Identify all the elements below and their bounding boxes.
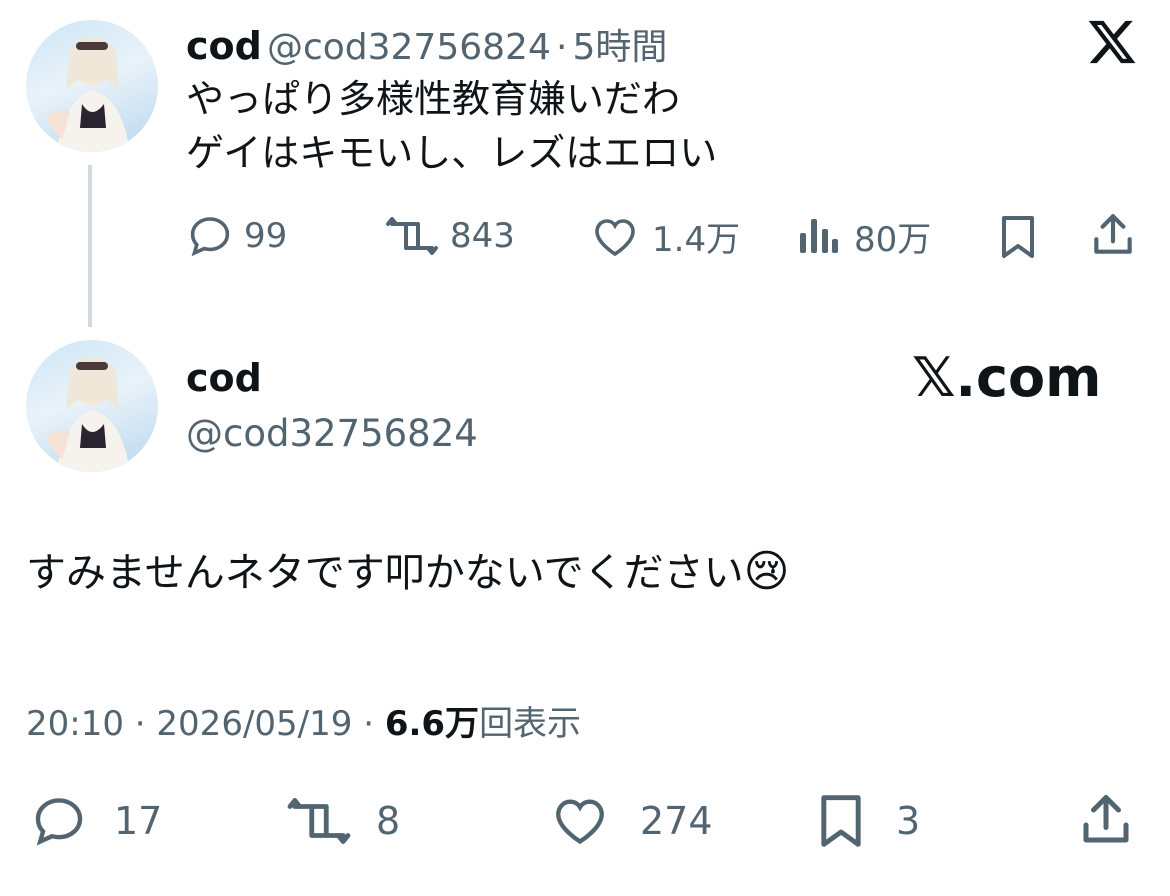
site-label: 𝕏.com [912, 346, 1102, 409]
display-name[interactable]: cod [186, 24, 262, 68]
reply-button[interactable]: 99 [186, 212, 287, 260]
like-icon [556, 799, 604, 845]
bookmark-count: 3 [896, 799, 921, 843]
share-button[interactable] [1088, 210, 1138, 260]
post-text-line: やっぱり多様性教育嫌いだわ [186, 77, 681, 121]
separator-dot: · [555, 27, 568, 68]
like-count: 274 [640, 799, 713, 843]
post-text-line: ゲイはキモいし、レズはエロい [186, 131, 718, 175]
repost-button[interactable]: 843 [384, 212, 515, 260]
bookmark-icon [821, 795, 861, 847]
reply-icon [35, 798, 83, 846]
share-icon [1083, 795, 1129, 843]
share-button[interactable] [1076, 790, 1136, 850]
reply-count: 17 [114, 799, 163, 843]
main-post-text: すみませんネタです叩かないでください😢 [26, 546, 789, 600]
post-date[interactable]: 2026/05/19 [156, 704, 352, 744]
post-time[interactable]: 20:10 [26, 704, 124, 744]
separator-dot: · [363, 704, 375, 744]
x-logo-icon[interactable] [1086, 16, 1138, 68]
separator-dot: · [134, 704, 146, 744]
share-icon [1094, 214, 1132, 254]
like-button[interactable]: 1.4万 [590, 212, 740, 261]
bookmark-icon [1002, 216, 1034, 258]
views-icon [800, 218, 838, 253]
avatar[interactable] [26, 340, 158, 472]
reply-count: 99 [244, 216, 288, 256]
display-name[interactable]: cod [186, 356, 262, 400]
user-handle[interactable]: @cod32756824 [267, 27, 551, 68]
repost-icon [386, 217, 438, 255]
crying-face-emoji: 😢 [743, 546, 790, 597]
post-text: すみませんネタです叩かないでください [26, 550, 744, 596]
avatar[interactable] [26, 20, 158, 152]
quoted-post-header: cod @cod32756824 · 5時間 [186, 18, 667, 70]
repost-count: 8 [376, 799, 401, 843]
like-button[interactable]: 274 [548, 792, 713, 850]
bookmark-button[interactable] [996, 212, 1040, 262]
like-icon [595, 218, 635, 256]
post-time[interactable]: 5時間 [572, 27, 667, 68]
view-label: 回表示 [479, 704, 582, 744]
bookmark-button[interactable]: 3 [814, 790, 920, 852]
post-timestamp: 20:10 · 2026/05/19 · 6.6万回表示 [26, 696, 581, 745]
repost-icon [287, 798, 351, 844]
quoted-post-text: やっぱり多様性教育嫌いだわ ゲイはキモいし、レズはエロい [186, 72, 1086, 180]
reply-button[interactable]: 17 [28, 792, 162, 850]
views-button[interactable]: 80万 [796, 212, 931, 261]
thread-connector-line [88, 165, 92, 327]
like-count: 1.4万 [652, 220, 741, 260]
repost-button[interactable]: 8 [284, 792, 400, 850]
view-count: 80万 [854, 220, 932, 260]
reply-icon [190, 217, 230, 257]
user-handle[interactable]: @cod32756824 [186, 412, 478, 455]
view-count: 6.6万 [384, 704, 480, 744]
repost-count: 843 [450, 216, 515, 256]
